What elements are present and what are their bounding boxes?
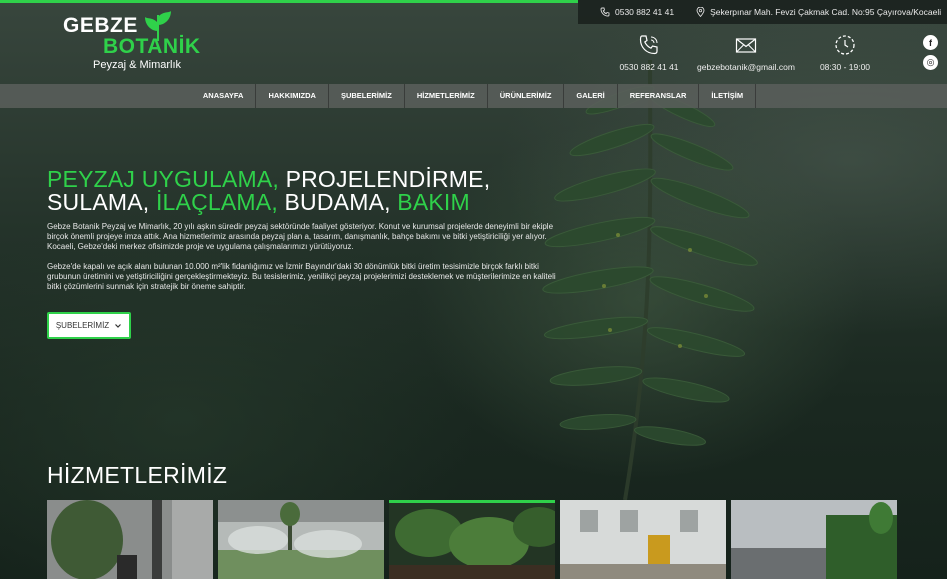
header-email[interactable]: gebzebotanik@gmail.com [696, 34, 796, 72]
topbar-address-text: Şekerpınar Mah. Fevzi Çakmak Cad. No:95 … [710, 7, 942, 17]
phone-icon [639, 35, 658, 55]
hero-paragraph-2: Gebze'de kapalı ve açık alanı bulunan 10… [47, 262, 556, 291]
nav-hakkimizda[interactable]: HAKKIMIZDA [256, 84, 329, 108]
facebook-icon[interactable]: f [923, 35, 938, 50]
main-nav: ANASAYFA HAKKIMIZDA ŞUBELERİMİZ HİZMETLE… [0, 84, 947, 108]
service-card-3[interactable] [389, 500, 555, 579]
chevron-down-icon [115, 323, 122, 328]
hero-title-part5: BUDAMA, [277, 189, 391, 215]
subelerimiz-dropdown-button[interactable]: ŞUBELERİMİZ [47, 312, 131, 339]
leaf-logo-icon [145, 11, 171, 41]
service-card-4[interactable] [560, 500, 726, 579]
nav-anasayfa[interactable]: ANASAYFA [191, 84, 257, 108]
service-image-3 [389, 503, 555, 579]
nav-galeri[interactable]: GALERİ [564, 84, 618, 108]
site-logo[interactable]: GEBZE BOTANİK Peyzaj & Mimarlık [63, 11, 203, 71]
header-phone[interactable]: 0530 882 41 41 [614, 34, 684, 72]
services-cards [47, 500, 902, 579]
top-bar: 0530 882 41 41 Şekerpınar Mah. Fevzi Çak… [578, 0, 947, 24]
service-image-4 [560, 500, 726, 579]
header-hours-text: 08:30 - 19:00 [819, 62, 871, 72]
service-image-1 [47, 500, 213, 579]
header-hours: 08:30 - 19:00 [814, 34, 876, 72]
header-email-text: gebzebotanik@gmail.com [697, 62, 795, 72]
nav-iletisim[interactable]: İLETİŞİM [699, 84, 757, 108]
topbar-phone-text: 0530 882 41 41 [615, 7, 675, 17]
service-card-5[interactable] [731, 500, 897, 579]
hero-title-part4: İLAÇLAMA, [149, 189, 278, 215]
nav-referanslar[interactable]: REFERANSLAR [618, 84, 700, 108]
instagram-icon[interactable]: ◎ [923, 55, 938, 70]
cta-label: ŞUBELERİMİZ [55, 321, 110, 330]
nav-urunlerimiz[interactable]: ÜRÜNLERİMİZ [488, 84, 565, 108]
logo-line1: GEBZE [63, 14, 138, 37]
clock-icon [835, 35, 855, 55]
hero-title: PEYZAJ UYGULAMA, PROJELENDİRME, SULAMA, İ… [47, 168, 567, 214]
topbar-address: Şekerpınar Mah. Fevzi Çakmak Cad. No:95 … [696, 7, 941, 17]
service-image-2 [218, 500, 384, 579]
service-card-2[interactable] [218, 500, 384, 579]
logo-subtitle: Peyzaj & Mimarlık [93, 59, 182, 71]
services-title: HİZMETLERİMİZ [47, 462, 228, 488]
hero-paragraph-1: Gebze Botanik Peyzaj ve Mimarlık, 20 yıl… [47, 222, 554, 251]
hero-title-part3: SULAMA, [47, 189, 150, 215]
nav-subelerimiz[interactable]: ŞUBELERİMİZ [329, 84, 405, 108]
nav-hizmetlerimiz[interactable]: HİZMETLERİMİZ [405, 84, 488, 108]
service-card-1[interactable] [47, 500, 213, 579]
location-pin-icon [696, 7, 705, 17]
envelope-icon [735, 38, 757, 53]
header-phone-text: 0530 882 41 41 [619, 62, 679, 72]
top-accent-line [0, 0, 578, 3]
service-image-5 [731, 500, 897, 579]
topbar-phone[interactable]: 0530 882 41 41 [600, 7, 674, 17]
hero-section: PEYZAJ UYGULAMA, PROJELENDİRME, SULAMA, İ… [47, 168, 567, 292]
hero-title-part6: BAKIM [390, 189, 470, 215]
phone-icon [600, 7, 610, 17]
